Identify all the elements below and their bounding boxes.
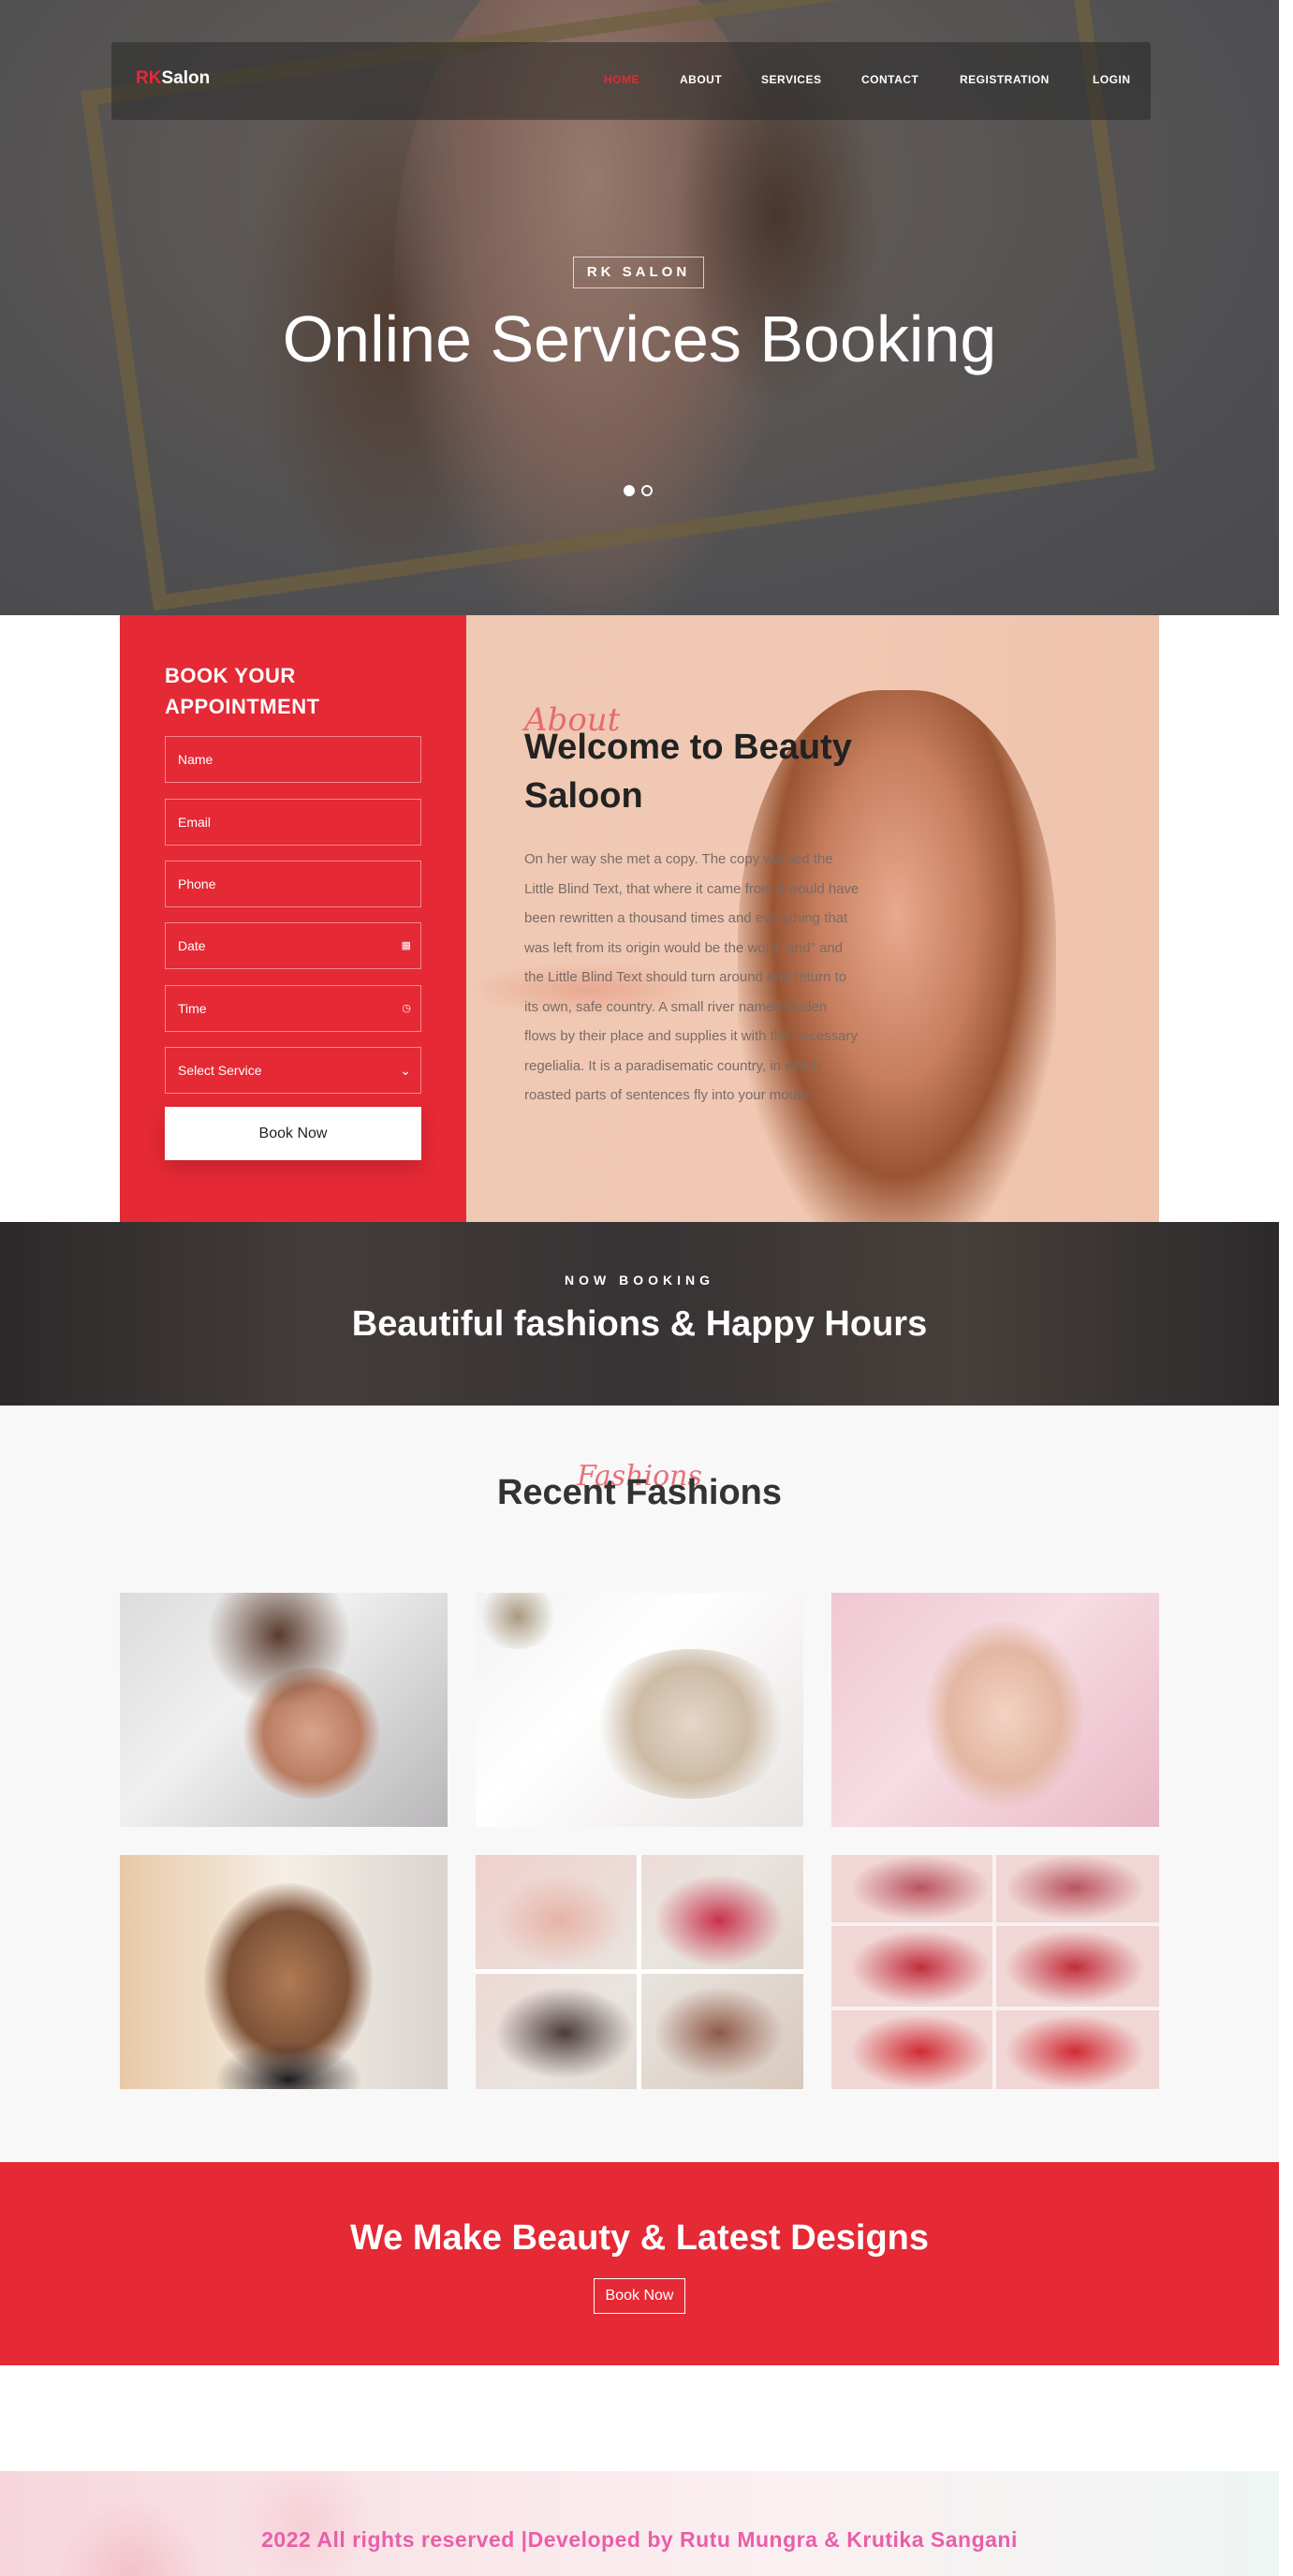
nav-home[interactable]: HOME: [604, 73, 639, 86]
nav-services[interactable]: SERVICES: [761, 73, 821, 86]
now-booking-banner: NOW BOOKING Beautiful fashions & Happy H…: [0, 1222, 1279, 1406]
nav-about[interactable]: ABOUT: [680, 73, 722, 86]
service-select-value: Select Service: [178, 1063, 262, 1078]
navbar: RKSalon HOME ABOUT SERVICES CONTACT REGI…: [111, 42, 1151, 120]
booking-form: BOOK YOUR APPOINTMENT Name Email Phone D…: [120, 615, 466, 1222]
banner-title: Beautiful fashions & Happy Hours: [351, 1304, 928, 1344]
brand-logo[interactable]: RKSalon: [136, 68, 210, 89]
fashions-section: Fashions Recent Fashions: [0, 1406, 1279, 2162]
date-field-label: Date: [178, 938, 206, 953]
date-field[interactable]: Date ▦: [165, 922, 421, 969]
banner-kicker: NOW BOOKING: [565, 1273, 714, 1288]
cta-title: We Make Beauty & Latest Designs: [349, 2218, 930, 2258]
fashions-title: Recent Fashions: [496, 1473, 783, 1512]
nav-login[interactable]: LOGIN: [1093, 73, 1131, 86]
gallery-image-nails[interactable]: [476, 1855, 803, 2089]
about-section: About Welcome to Beauty Saloon On her wa…: [466, 615, 1159, 1222]
nav-contact[interactable]: CONTACT: [861, 73, 918, 86]
footer-copyright: 2022 All rights reserved |Developed by R…: [261, 2527, 1018, 2552]
email-field[interactable]: Email: [165, 799, 421, 846]
book-now-button[interactable]: Book Now: [165, 1107, 421, 1160]
service-select[interactable]: Select Service ⌄: [165, 1047, 421, 1094]
name-field[interactable]: Name: [165, 736, 421, 783]
time-field[interactable]: Time ◷: [165, 985, 421, 1032]
footer: 2022 All rights reserved |Developed by R…: [0, 2471, 1279, 2576]
hero-title: Online Services Booking: [282, 302, 997, 375]
brand-prefix: RK: [136, 68, 162, 88]
slider-dot-2[interactable]: [641, 485, 653, 496]
calendar-icon: ▦: [401, 940, 411, 951]
footer-decoration-2: [234, 2471, 375, 2576]
slider-dot-1[interactable]: [624, 485, 635, 496]
cta-book-now-button[interactable]: Book Now: [594, 2278, 685, 2314]
hero-section: RKSalon HOME ABOUT SERVICES CONTACT REGI…: [0, 0, 1279, 615]
phone-field[interactable]: Phone: [165, 861, 421, 907]
booking-title: BOOK YOUR APPOINTMENT: [165, 664, 320, 718]
gallery-image-eyebrow[interactable]: [120, 1593, 448, 1827]
chevron-down-icon: ⌄: [400, 1063, 411, 1078]
gallery-image-hair[interactable]: [120, 1855, 448, 2089]
gallery-image-lips[interactable]: [831, 1855, 1159, 2089]
nav-registration[interactable]: REGISTRATION: [960, 73, 1050, 86]
cta-section: We Make Beauty & Latest Designs Book Now: [0, 2162, 1279, 2365]
gallery-image-treatment[interactable]: [831, 1593, 1159, 1827]
about-title: Welcome to Beauty Saloon: [524, 728, 852, 816]
gallery-image-facial[interactable]: [476, 1593, 803, 1827]
about-text: On her way she met a copy. The copy warn…: [524, 851, 860, 1103]
hero-tag: RK SALON: [573, 257, 704, 288]
brand-suffix: Salon: [161, 68, 211, 88]
clock-icon: ◷: [402, 1003, 411, 1014]
time-field-label: Time: [178, 1001, 207, 1016]
